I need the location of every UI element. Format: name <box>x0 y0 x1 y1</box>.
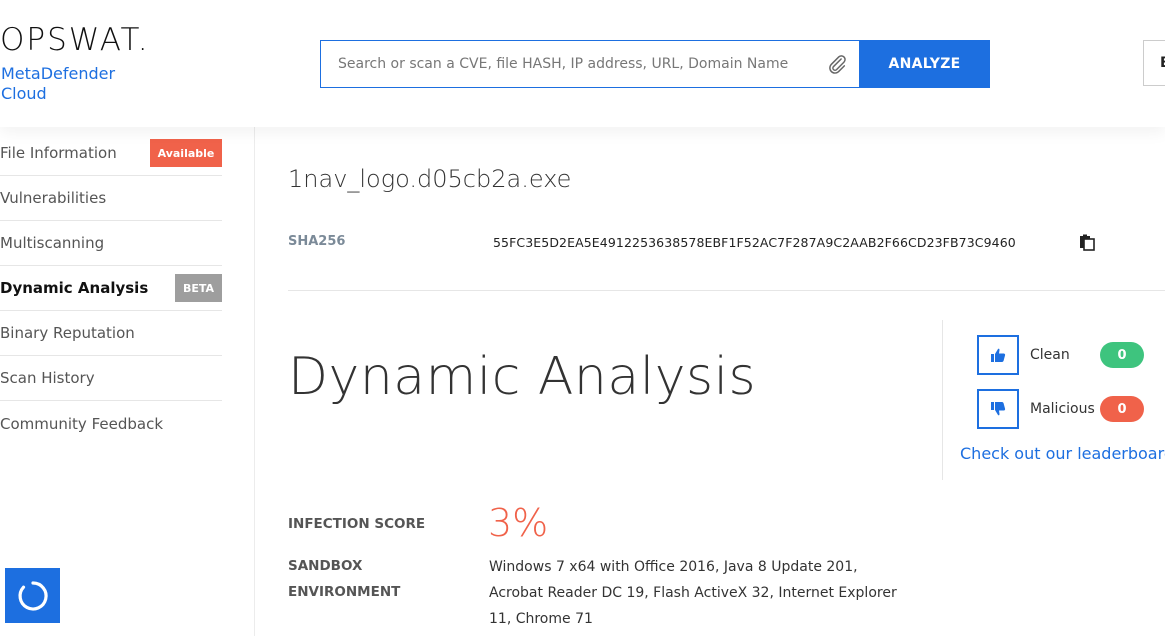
chat-ring-icon <box>17 580 48 611</box>
sidebar-item-file-information[interactable]: File Information Available <box>0 131 222 176</box>
sidebar-item-label: Multiscanning <box>0 234 105 252</box>
vote-divider <box>942 320 943 480</box>
malicious-label: Malicious <box>1030 401 1095 417</box>
leaderboard-link[interactable]: Check out our leaderboard <box>960 444 1165 463</box>
analyze-button[interactable]: ANALYZE <box>859 40 990 88</box>
sidebar-item-multiscanning[interactable]: Multiscanning <box>0 221 222 266</box>
header-right-button[interactable]: B <box>1143 40 1165 86</box>
sandbox-environment-value: Windows 7 x64 with Office 2016, Java 8 U… <box>489 559 897 627</box>
sidebar-item-community-feedback[interactable]: Community Feedback <box>0 401 222 446</box>
sidebar-item-scan-history[interactable]: Scan History <box>0 356 222 401</box>
sidebar-divider <box>254 127 255 636</box>
paperclip-icon[interactable] <box>826 52 848 76</box>
main-content: 1nav_logo.d05cb2a.exe SHA256 55FC3E5D2EA… <box>288 127 1165 636</box>
vote-clean-button[interactable] <box>977 335 1019 375</box>
sidebar-item-label: Vulnerabilities <box>0 189 107 207</box>
beta-badge: BETA <box>175 274 222 302</box>
clean-count-badge: 0 <box>1100 342 1144 368</box>
sidebar-item-label: Scan History <box>0 369 95 387</box>
sidebar-item-vulnerabilities[interactable]: Vulnerabilities <box>0 176 222 221</box>
sandbox-environment-label: SANDBOX ENVIRONMENT <box>288 553 400 605</box>
product-name[interactable]: MetaDefender Cloud <box>1 64 115 104</box>
sidebar-item-label: Binary Reputation <box>0 324 135 342</box>
section-title: Dynamic Analysis <box>288 347 757 407</box>
sidebar-item-label: Community Feedback <box>0 414 164 433</box>
search-box <box>320 40 859 88</box>
vote-malicious-button[interactable] <box>977 389 1019 429</box>
file-name: 1nav_logo.d05cb2a.exe <box>288 165 572 193</box>
sandbox-label-line1: SANDBOX <box>288 558 363 574</box>
sha256-label: SHA256 <box>288 234 346 249</box>
sandbox-label-line2: ENVIRONMENT <box>288 584 401 600</box>
sidebar-item-binary-reputation[interactable]: Binary Reputation <box>0 311 222 356</box>
sidebar-nav: File Information Available Vulnerabiliti… <box>0 131 222 446</box>
infection-score-label: INFECTION SCORE <box>288 516 426 532</box>
product-name-line1: MetaDefender <box>1 64 116 83</box>
sidebar-item-dynamic-analysis[interactable]: Dynamic Analysis BETA <box>0 266 222 311</box>
product-name-line2: Cloud <box>1 84 47 103</box>
infection-score-value: 3% <box>488 501 549 545</box>
sha256-value[interactable]: 55FC3E5D2EA5E4912253638578EBF1F52AC7F287… <box>493 235 1016 250</box>
sidebar-item-label: Dynamic Analysis <box>0 279 149 297</box>
section-divider <box>288 290 1165 291</box>
sidebar-item-label: File Information <box>0 144 117 162</box>
thumbs-down-icon <box>991 402 1006 416</box>
malicious-count-badge: 0 <box>1100 396 1144 422</box>
vote-clean-row: Clean 0 <box>977 335 1144 375</box>
chat-button[interactable] <box>5 568 60 623</box>
top-header: OPSWAT. MetaDefender Cloud ANALYZE B <box>0 0 1165 127</box>
search-input[interactable] <box>321 41 811 87</box>
available-badge: Available <box>150 139 222 167</box>
clean-label: Clean <box>1030 347 1070 363</box>
opswat-logo[interactable]: OPSWAT. <box>0 22 150 58</box>
clipboard-copy-icon[interactable] <box>1078 233 1096 251</box>
thumbs-up-icon <box>991 348 1006 362</box>
vote-malicious-row: Malicious 0 <box>977 389 1144 429</box>
